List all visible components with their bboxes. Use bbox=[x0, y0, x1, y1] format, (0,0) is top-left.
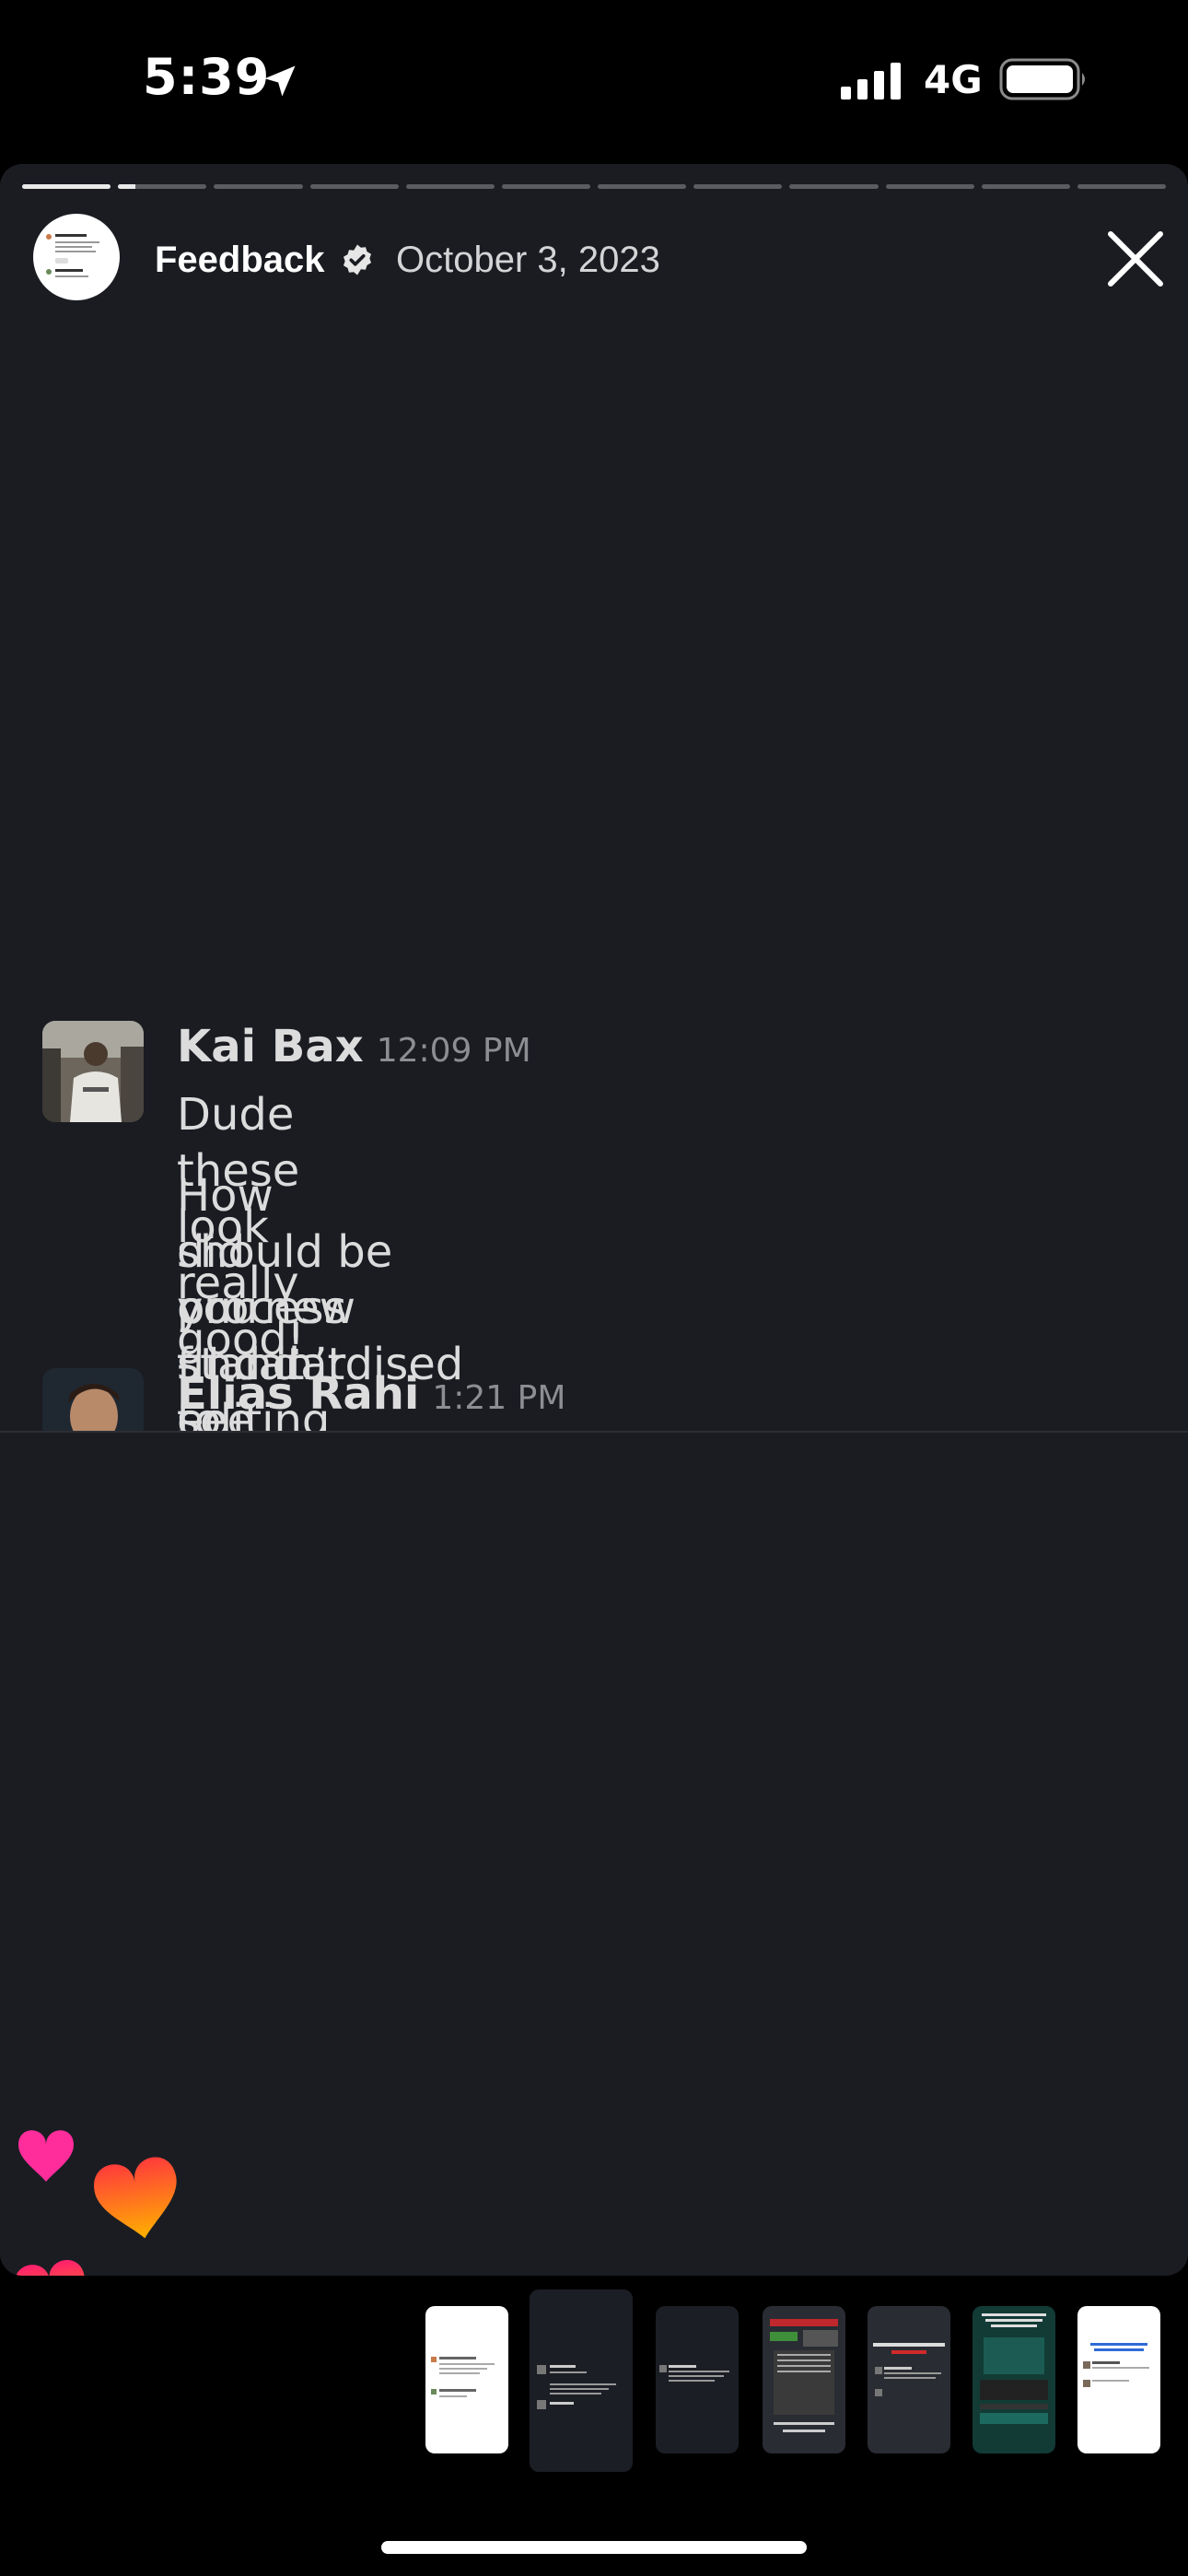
message-time: 12:09 PM bbox=[376, 1032, 531, 1070]
story-thumbnail[interactable] bbox=[656, 2306, 739, 2453]
story-thumbnail[interactable] bbox=[1077, 2306, 1160, 2453]
location-arrow-icon bbox=[264, 65, 296, 97]
story-thumbnail[interactable] bbox=[868, 2306, 950, 2453]
progress-segment bbox=[118, 184, 207, 189]
heart-icon bbox=[18, 2130, 74, 2182]
progress-segment bbox=[501, 184, 591, 189]
story-thumbnail[interactable] bbox=[425, 2306, 508, 2453]
progress-segment bbox=[309, 184, 399, 189]
message-time: 1:21 PM bbox=[432, 1379, 566, 1417]
story-avatar[interactable] bbox=[33, 214, 120, 300]
story-thumbnail-active[interactable] bbox=[530, 2289, 633, 2472]
progress-segment bbox=[22, 184, 111, 189]
progress-segment bbox=[1077, 184, 1167, 189]
story-progress-bar bbox=[22, 184, 1167, 189]
status-time: 5:39 bbox=[143, 48, 271, 106]
network-type: 4G bbox=[924, 57, 983, 102]
author-name: Elias Rahi bbox=[177, 1368, 420, 1420]
heart-icon bbox=[94, 2157, 177, 2239]
story-title: Feedback bbox=[155, 240, 325, 280]
progress-segment bbox=[598, 184, 687, 189]
progress-segment-fill bbox=[22, 184, 111, 189]
progress-segment-fill bbox=[118, 184, 136, 189]
progress-segment bbox=[693, 184, 783, 189]
heart-reactions bbox=[15, 2130, 177, 2276]
verified-badge-icon bbox=[344, 244, 371, 275]
close-icon[interactable] bbox=[1105, 228, 1166, 289]
progress-segment bbox=[789, 184, 879, 189]
story-thumbnail[interactable] bbox=[973, 2306, 1055, 2453]
author-name: Kai Bax bbox=[177, 1021, 364, 1072]
story-date: October 3, 2023 bbox=[396, 240, 660, 280]
heart-icon bbox=[15, 2260, 85, 2276]
message-author: Elias Rahi 1:21 PM bbox=[177, 1368, 565, 1420]
home-indicator[interactable] bbox=[381, 2541, 807, 2554]
story-header: Feedback October 3, 2023 bbox=[33, 212, 1166, 300]
progress-segment bbox=[214, 184, 303, 189]
progress-segment bbox=[885, 184, 974, 189]
message-author: Kai Bax 12:09 PM bbox=[177, 1021, 531, 1072]
avatar bbox=[42, 1021, 144, 1122]
status-bar: 5:39 4G bbox=[0, 0, 1188, 161]
progress-segment bbox=[981, 184, 1070, 189]
story-viewer[interactable]: Feedback October 3, 2023 Kai Bax 12:09 P… bbox=[0, 164, 1188, 2276]
progress-segment bbox=[405, 184, 495, 189]
battery-icon bbox=[999, 58, 1085, 100]
story-thumbnail[interactable] bbox=[763, 2306, 845, 2453]
cellular-signal-icon bbox=[841, 63, 901, 100]
